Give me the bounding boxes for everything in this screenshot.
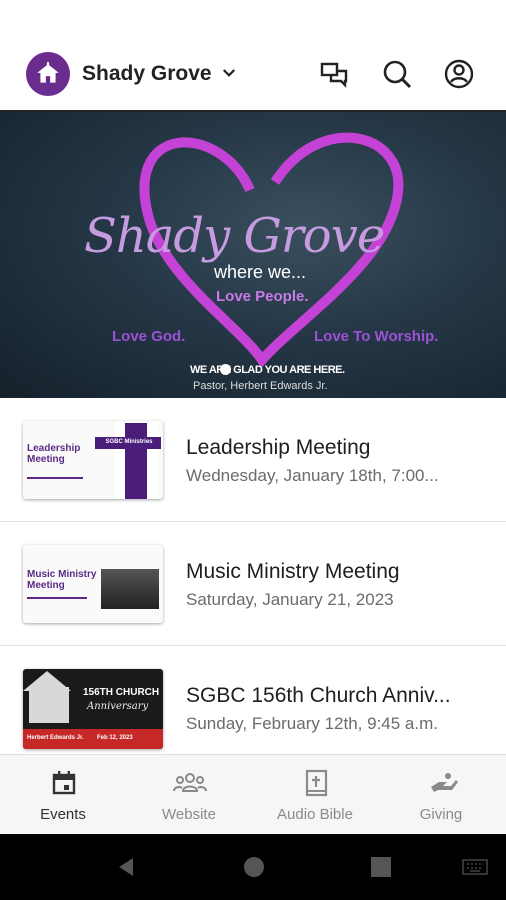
hero-love-worship: Love To Worship. xyxy=(314,328,439,345)
event-date: Wednesday, January 18th, 7:00... xyxy=(186,466,439,485)
nav-label: Website xyxy=(162,806,216,823)
home-button-icon[interactable] xyxy=(242,855,266,879)
bible-icon xyxy=(305,769,328,797)
thumb-title: Music Ministry Meeting xyxy=(27,569,97,591)
recents-icon[interactable] xyxy=(369,855,393,879)
keyboard-icon[interactable] xyxy=(462,857,488,877)
church-name[interactable]: Shady Grove xyxy=(82,62,212,86)
thumb-title: Leadership Meeting xyxy=(27,443,81,465)
hero-love-god: Love God. xyxy=(112,328,186,345)
nav-giving[interactable]: Giving xyxy=(378,755,504,835)
thumb-church xyxy=(29,687,69,723)
giving-hand-icon xyxy=(431,773,458,792)
chevron-down-icon[interactable] xyxy=(220,64,238,82)
back-icon[interactable] xyxy=(114,855,138,879)
nav-audio-bible[interactable]: Audio Bible xyxy=(252,755,378,835)
event-title: Leadership Meeting xyxy=(186,436,371,459)
thumb-badge: SGBC Ministries xyxy=(105,439,153,445)
event-row[interactable]: Music Ministry Meeting Music Ministry Me… xyxy=(0,522,506,646)
event-row[interactable]: 156TH CHURCH Anniversary Herbert Edwards… xyxy=(0,646,506,754)
chat-icon[interactable] xyxy=(318,58,350,90)
thumb-date: Feb 12, 2023 xyxy=(97,735,133,741)
thumb-title: 156TH CHURCH xyxy=(83,687,160,698)
hero-title: Shady Grove xyxy=(84,208,385,264)
hero-pastor: Pastor, Herbert Edwards Jr. xyxy=(193,380,328,392)
hero-love-people: Love People. xyxy=(216,288,309,305)
thumb-sub: Anniversary xyxy=(87,701,149,712)
calendar-icon xyxy=(52,771,76,795)
thumb-divider xyxy=(27,597,87,599)
event-thumbnail: 156TH CHURCH Anniversary Herbert Edwards… xyxy=(23,669,163,749)
church-logo[interactable] xyxy=(26,52,70,96)
cursor-dot xyxy=(220,364,231,375)
thumb-divider xyxy=(27,477,83,479)
nav-label: Giving xyxy=(419,806,463,823)
nav-label: Audio Bible xyxy=(277,806,353,823)
nav-events[interactable]: Events xyxy=(0,755,126,835)
nav-website[interactable]: Website xyxy=(126,755,252,835)
search-icon[interactable] xyxy=(381,58,413,90)
event-date: Sunday, February 12th, 9:45 a.m. xyxy=(186,714,438,733)
system-nav-bar xyxy=(0,834,506,900)
event-thumbnail: Leadership Meeting SGBC Ministries xyxy=(23,421,163,499)
nav-label: Events xyxy=(40,806,86,823)
thumb-roof xyxy=(23,671,71,691)
home-icon xyxy=(37,62,59,83)
bottom-nav: Events Website Audio Bible Giving xyxy=(0,754,506,834)
thumb-names: Herbert Edwards Jr. xyxy=(27,735,84,741)
group-icon xyxy=(173,773,207,792)
thumb-footer: Herbert Edwards Jr. Feb 12, 2023 xyxy=(23,729,163,749)
account-icon[interactable] xyxy=(443,58,475,90)
thumb-photo xyxy=(101,569,159,609)
event-row[interactable]: Leadership Meeting SGBC Ministries Leade… xyxy=(0,398,506,522)
app-header: Shady Grove xyxy=(0,0,506,112)
event-title: Music Ministry Meeting xyxy=(186,560,400,583)
event-title: SGBC 156th Church Anniv... xyxy=(186,684,451,707)
event-date: Saturday, January 21, 2023 xyxy=(186,590,394,609)
hero-welcome: WE ARE GLAD YOU ARE HERE. xyxy=(190,364,345,376)
event-thumbnail: Music Ministry Meeting xyxy=(23,545,163,623)
hero-banner[interactable]: Shady Grove where we... Love People. Lov… xyxy=(0,112,506,398)
hero-where: where we... xyxy=(214,262,307,282)
